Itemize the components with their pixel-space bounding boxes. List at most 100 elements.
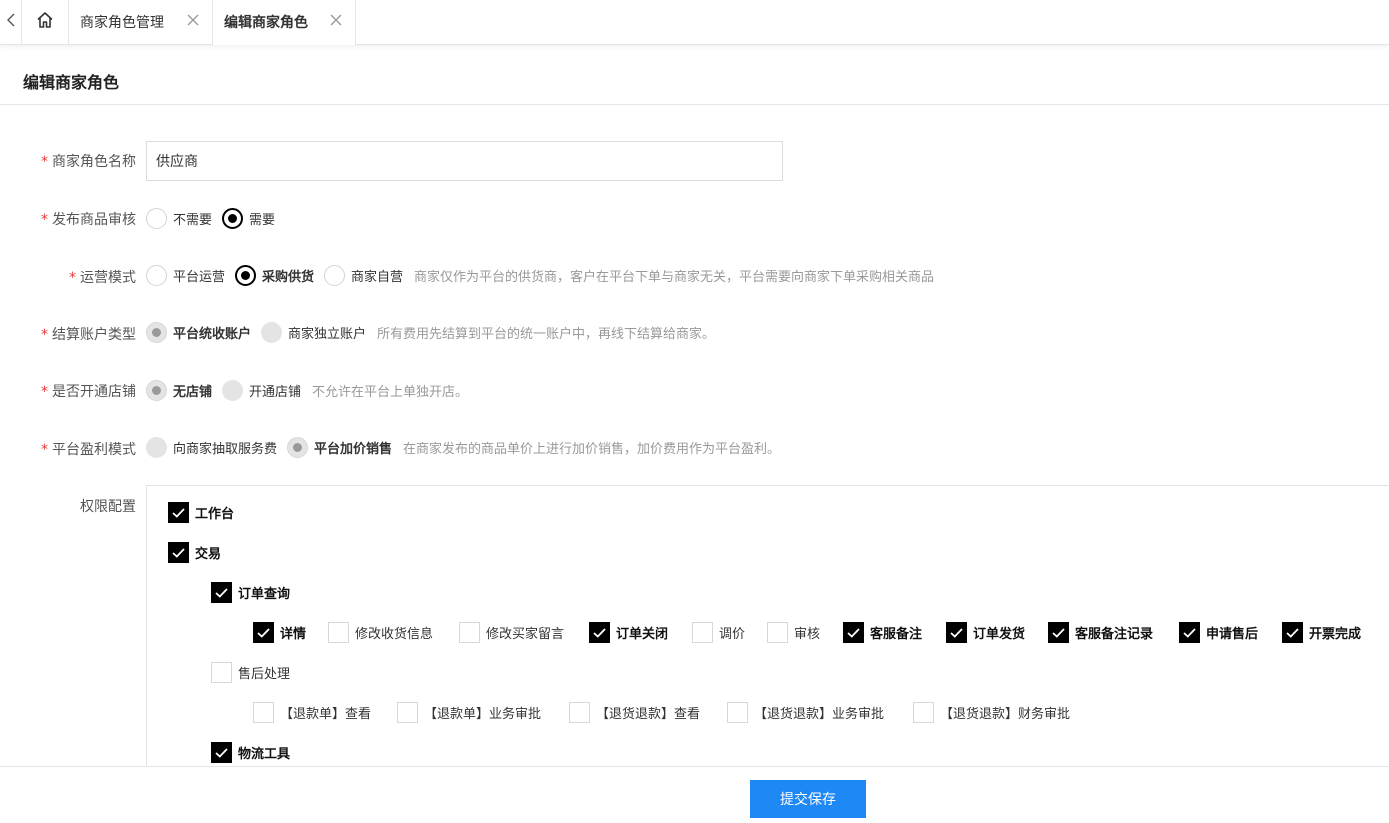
checkbox-label: 客服备注记录 — [1075, 627, 1154, 642]
checkbox-label: 订单关闭 — [616, 627, 669, 642]
permission-refund-business-approval[interactable]: 【退款单】业务审批 — [397, 702, 541, 723]
account-type-label: * 结算账户类型 — [41, 327, 136, 343]
checkbox — [1282, 622, 1303, 643]
checkbox-label: 物流工具 — [238, 747, 291, 762]
permission-trade[interactable]: 交易 — [168, 542, 221, 563]
tab-merchant-role-management[interactable]: 商家角色管理 — [69, 0, 213, 44]
submit-save-button[interactable]: 提交保存 — [750, 780, 866, 818]
permission-after-sales[interactable]: 售后处理 — [211, 662, 290, 683]
radio-circle — [222, 208, 244, 229]
permission-price-adjust[interactable]: 调价 — [692, 622, 745, 643]
checkbox — [589, 622, 610, 643]
checkbox — [211, 662, 232, 683]
close-icon[interactable] — [329, 13, 343, 27]
required-mark: * — [41, 384, 48, 400]
permission-invoice-complete[interactable]: 开票完成 — [1282, 622, 1361, 643]
checkbox — [168, 502, 189, 523]
radio-label: 商家自营 — [351, 270, 404, 285]
radio-circle — [287, 437, 309, 458]
open-store-open[interactable]: 开通店铺 — [222, 380, 301, 401]
operation-mode-label: * 运营模式 — [69, 270, 136, 286]
checkbox-label: 【退货退款】业务审批 — [754, 707, 885, 722]
checkbox — [569, 702, 590, 723]
checkbox — [211, 582, 232, 603]
permission-review[interactable]: 审核 — [767, 622, 820, 643]
account-type-radio-group: 平台统收账户 商家独立账户 所有费用先结算到平台的统一账户中，再线下结算给商家。 — [146, 322, 715, 343]
open-store-hint: 不允许在平台上单独开店。 — [312, 385, 469, 400]
checkbox — [913, 702, 934, 723]
permission-service-note[interactable]: 客服备注 — [843, 622, 922, 643]
open-store-none[interactable]: 无店铺 — [146, 380, 212, 401]
operation-mode-purchase-supply[interactable]: 采购供货 — [235, 265, 314, 286]
checkbox-label: 审核 — [794, 627, 821, 642]
checkbox — [211, 742, 232, 763]
radio-circle — [235, 265, 257, 286]
radio-label: 平台统收账户 — [173, 327, 252, 342]
operation-mode-platform[interactable]: 平台运营 — [146, 265, 225, 286]
radio-circle — [146, 437, 167, 458]
permission-workbench[interactable]: 工作台 — [168, 502, 234, 523]
profit-mode-service-fee[interactable]: 向商家抽取服务费 — [146, 437, 277, 458]
profit-mode-markup[interactable]: 平台加价销售 — [287, 437, 392, 458]
role-name-input[interactable] — [146, 141, 783, 181]
permission-order-ship[interactable]: 订单发货 — [946, 622, 1025, 643]
radio-circle — [146, 208, 167, 229]
permission-logistics[interactable]: 物流工具 — [211, 742, 290, 763]
radio-label: 采购供货 — [262, 270, 315, 285]
open-store-label: * 是否开通店铺 — [41, 384, 136, 400]
permission-order-detail[interactable]: 详情 — [253, 622, 306, 643]
close-icon[interactable] — [186, 13, 200, 27]
audit-option-required[interactable]: 需要 — [222, 208, 275, 229]
required-mark: * — [41, 327, 48, 343]
audit-option-not-required[interactable]: 不需要 — [146, 208, 212, 229]
permission-return-refund-view[interactable]: 【退货退款】查看 — [569, 702, 700, 723]
profit-mode-radio-group: 向商家抽取服务费 平台加价销售 在商家发布的商品单价上进行加价销售，加价费用作为… — [146, 437, 780, 458]
radio-circle — [324, 265, 346, 286]
checkbox — [1048, 622, 1069, 643]
audit-label: * 发布商品审核 — [41, 212, 136, 228]
permission-order-query[interactable]: 订单查询 — [211, 582, 290, 603]
permission-return-refund-business-approval[interactable]: 【退货退款】业务审批 — [727, 702, 884, 723]
required-mark: * — [41, 442, 48, 458]
operation-mode-radio-group: 平台运营 采购供货 商家自营 商家仅作为平台的供货商，客户在平台下单与商家无关，… — [146, 265, 934, 286]
account-type-platform[interactable]: 平台统收账户 — [146, 322, 251, 343]
checkbox — [727, 702, 748, 723]
checkbox — [1179, 622, 1200, 643]
checkbox — [692, 622, 713, 643]
checkbox — [168, 542, 189, 563]
radio-label: 平台运营 — [173, 270, 226, 285]
operation-mode-self-operated[interactable]: 商家自营 — [324, 265, 403, 286]
checkbox-label: 申请售后 — [1206, 627, 1259, 642]
permission-apply-after-sales[interactable]: 申请售后 — [1179, 622, 1258, 643]
permission-order-close[interactable]: 订单关闭 — [589, 622, 668, 643]
tab-edit-merchant-role[interactable]: 编辑商家角色 — [213, 0, 356, 45]
tab-back-button[interactable] — [0, 0, 22, 44]
permission-return-refund-finance-approval[interactable]: 【退货退款】财务审批 — [913, 702, 1070, 723]
checkbox-label: 调价 — [719, 627, 746, 642]
checkbox — [843, 622, 864, 643]
checkbox-label: 工作台 — [195, 507, 235, 522]
permission-refund-view[interactable]: 【退款单】查看 — [253, 702, 371, 723]
checkbox-label: 【退款单】业务审批 — [424, 707, 542, 722]
account-type-merchant[interactable]: 商家独立账户 — [261, 322, 366, 343]
tab-label: 编辑商家角色 — [224, 15, 308, 31]
role-name-label: * 商家角色名称 — [41, 154, 136, 170]
tab-home[interactable] — [22, 0, 69, 44]
required-mark: * — [69, 270, 76, 286]
permission-edit-buyer-message[interactable]: 修改买家留言 — [459, 622, 564, 643]
radio-label: 需要 — [249, 213, 276, 228]
profit-mode-hint: 在商家发布的商品单价上进行加价销售，加价费用作为平台盈利。 — [403, 442, 781, 457]
audit-radio-group: 不需要 需要 — [146, 208, 285, 229]
checkbox-label: 客服备注 — [870, 627, 923, 642]
page-title: 编辑商家角色 — [23, 73, 120, 92]
checkbox-label: 售后处理 — [238, 667, 291, 682]
permission-service-note-log[interactable]: 客服备注记录 — [1048, 622, 1153, 643]
checkbox — [397, 702, 418, 723]
required-mark: * — [41, 212, 48, 228]
page-header: 编辑商家角色 — [0, 55, 1389, 105]
radio-circle — [261, 322, 283, 343]
checkbox — [459, 622, 480, 643]
home-icon — [36, 11, 54, 33]
permission-edit-shipping-info[interactable]: 修改收货信息 — [328, 622, 433, 643]
radio-label: 平台加价销售 — [314, 442, 393, 457]
